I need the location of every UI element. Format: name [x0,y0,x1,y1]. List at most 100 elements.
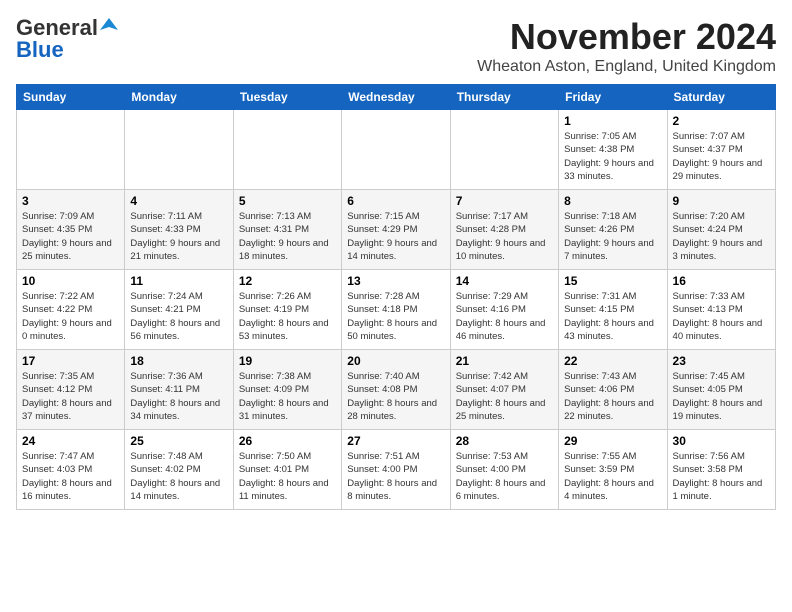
calendar-day-header: Thursday [450,85,558,110]
calendar-cell: 19 Sunrise: 7:38 AM Sunset: 4:09 PM Dayli… [233,350,341,430]
day-info: Sunrise: 7:13 AM Sunset: 4:31 PM Dayligh… [239,210,336,263]
day-number: 16 [673,274,770,288]
month-title: November 2024 [477,16,776,58]
day-info: Sunrise: 7:42 AM Sunset: 4:07 PM Dayligh… [456,370,553,423]
calendar-week-row: 10 Sunrise: 7:22 AM Sunset: 4:22 PM Dayli… [17,270,776,350]
day-info: Sunrise: 7:24 AM Sunset: 4:21 PM Dayligh… [130,290,227,343]
calendar-cell [342,110,450,190]
day-number: 9 [673,194,770,208]
calendar-cell [450,110,558,190]
day-number: 12 [239,274,336,288]
day-number: 3 [22,194,119,208]
calendar-day-header: Wednesday [342,85,450,110]
day-number: 13 [347,274,444,288]
day-number: 7 [456,194,553,208]
day-info: Sunrise: 7:22 AM Sunset: 4:22 PM Dayligh… [22,290,119,343]
day-info: Sunrise: 7:36 AM Sunset: 4:11 PM Dayligh… [130,370,227,423]
day-number: 6 [347,194,444,208]
calendar-cell [17,110,125,190]
calendar-cell: 25 Sunrise: 7:48 AM Sunset: 4:02 PM Dayli… [125,430,233,510]
day-number: 19 [239,354,336,368]
calendar-cell: 9 Sunrise: 7:20 AM Sunset: 4:24 PM Daylig… [667,190,775,270]
calendar-body: 1Sunrise: 7:05 AM Sunset: 4:38 PM Daylig… [17,110,776,510]
calendar-cell: 17 Sunrise: 7:35 AM Sunset: 4:12 PM Dayli… [17,350,125,430]
calendar-cell: 2 Sunrise: 7:07 AM Sunset: 4:37 PM Daylig… [667,110,775,190]
calendar-header: SundayMondayTuesdayWednesdayThursdayFrid… [17,85,776,110]
day-number: 25 [130,434,227,448]
day-info: Sunrise: 7:29 AM Sunset: 4:16 PM Dayligh… [456,290,553,343]
calendar-cell: 22Sunrise: 7:43 AM Sunset: 4:06 PM Dayli… [559,350,667,430]
logo: General Blue [16,16,118,61]
calendar-cell: 28 Sunrise: 7:53 AM Sunset: 4:00 PM Dayli… [450,430,558,510]
calendar-cell: 18 Sunrise: 7:36 AM Sunset: 4:11 PM Dayli… [125,350,233,430]
calendar-cell: 13Sunrise: 7:28 AM Sunset: 4:18 PM Dayli… [342,270,450,350]
day-info: Sunrise: 7:35 AM Sunset: 4:12 PM Dayligh… [22,370,119,423]
day-info: Sunrise: 7:48 AM Sunset: 4:02 PM Dayligh… [130,450,227,503]
page-header: General Blue November 2024 Wheaton Aston… [16,16,776,76]
day-number: 29 [564,434,661,448]
logo-general-text: General [16,17,98,39]
calendar-cell: 20 Sunrise: 7:40 AM Sunset: 4:08 PM Dayli… [342,350,450,430]
title-area: November 2024 Wheaton Aston, England, Un… [477,16,776,76]
day-number: 11 [130,274,227,288]
calendar-week-row: 17 Sunrise: 7:35 AM Sunset: 4:12 PM Dayli… [17,350,776,430]
location-title: Wheaton Aston, England, United Kingdom [477,58,776,76]
calendar-week-row: 24 Sunrise: 7:47 AM Sunset: 4:03 PM Dayli… [17,430,776,510]
day-info: Sunrise: 7:11 AM Sunset: 4:33 PM Dayligh… [130,210,227,263]
day-info: Sunrise: 7:55 AM Sunset: 3:59 PM Dayligh… [564,450,661,503]
day-info: Sunrise: 7:45 AM Sunset: 4:05 PM Dayligh… [673,370,770,423]
calendar-cell: 30Sunrise: 7:56 AM Sunset: 3:58 PM Dayli… [667,430,775,510]
day-info: Sunrise: 7:20 AM Sunset: 4:24 PM Dayligh… [673,210,770,263]
day-info: Sunrise: 7:50 AM Sunset: 4:01 PM Dayligh… [239,450,336,503]
day-number: 23 [673,354,770,368]
calendar-cell: 26 Sunrise: 7:50 AM Sunset: 4:01 PM Dayli… [233,430,341,510]
calendar-cell: 29 Sunrise: 7:55 AM Sunset: 3:59 PM Dayli… [559,430,667,510]
day-number: 10 [22,274,119,288]
day-number: 27 [347,434,444,448]
day-info: Sunrise: 7:17 AM Sunset: 4:28 PM Dayligh… [456,210,553,263]
calendar-cell: 23 Sunrise: 7:45 AM Sunset: 4:05 PM Dayli… [667,350,775,430]
calendar-cell: 12 Sunrise: 7:26 AM Sunset: 4:19 PM Dayli… [233,270,341,350]
day-number: 20 [347,354,444,368]
calendar-cell: 15 Sunrise: 7:31 AM Sunset: 4:15 PM Dayli… [559,270,667,350]
day-info: Sunrise: 7:47 AM Sunset: 4:03 PM Dayligh… [22,450,119,503]
calendar-day-header: Sunday [17,85,125,110]
day-number: 18 [130,354,227,368]
logo-blue-text: Blue [16,39,64,61]
day-number: 28 [456,434,553,448]
day-number: 26 [239,434,336,448]
day-info: Sunrise: 7:05 AM Sunset: 4:38 PM Dayligh… [564,130,661,183]
calendar-cell: 7 Sunrise: 7:17 AM Sunset: 4:28 PM Daylig… [450,190,558,270]
calendar-cell: 5Sunrise: 7:13 AM Sunset: 4:31 PM Daylig… [233,190,341,270]
calendar-cell: 10 Sunrise: 7:22 AM Sunset: 4:22 PM Dayli… [17,270,125,350]
day-number: 17 [22,354,119,368]
calendar-cell: 1Sunrise: 7:05 AM Sunset: 4:38 PM Daylig… [559,110,667,190]
day-info: Sunrise: 7:43 AM Sunset: 4:06 PM Dayligh… [564,370,661,423]
day-info: Sunrise: 7:31 AM Sunset: 4:15 PM Dayligh… [564,290,661,343]
calendar-cell: 11 Sunrise: 7:24 AM Sunset: 4:21 PM Dayli… [125,270,233,350]
calendar-day-header: Friday [559,85,667,110]
calendar-week-row: 3 Sunrise: 7:09 AM Sunset: 4:35 PM Daylig… [17,190,776,270]
calendar-week-row: 1Sunrise: 7:05 AM Sunset: 4:38 PM Daylig… [17,110,776,190]
day-number: 24 [22,434,119,448]
day-number: 15 [564,274,661,288]
day-info: Sunrise: 7:09 AM Sunset: 4:35 PM Dayligh… [22,210,119,263]
day-info: Sunrise: 7:40 AM Sunset: 4:08 PM Dayligh… [347,370,444,423]
calendar-cell [233,110,341,190]
calendar-day-header: Monday [125,85,233,110]
calendar-day-header: Saturday [667,85,775,110]
day-info: Sunrise: 7:53 AM Sunset: 4:00 PM Dayligh… [456,450,553,503]
calendar-cell: 8Sunrise: 7:18 AM Sunset: 4:26 PM Daylig… [559,190,667,270]
day-number: 14 [456,274,553,288]
calendar-cell: 6Sunrise: 7:15 AM Sunset: 4:29 PM Daylig… [342,190,450,270]
day-number: 2 [673,114,770,128]
calendar-day-header: Tuesday [233,85,341,110]
calendar-cell [125,110,233,190]
calendar-cell: 24 Sunrise: 7:47 AM Sunset: 4:03 PM Dayli… [17,430,125,510]
day-info: Sunrise: 7:38 AM Sunset: 4:09 PM Dayligh… [239,370,336,423]
day-info: Sunrise: 7:56 AM Sunset: 3:58 PM Dayligh… [673,450,770,503]
day-info: Sunrise: 7:07 AM Sunset: 4:37 PM Dayligh… [673,130,770,183]
calendar-table: SundayMondayTuesdayWednesdayThursdayFrid… [16,84,776,510]
day-info: Sunrise: 7:18 AM Sunset: 4:26 PM Dayligh… [564,210,661,263]
day-info: Sunrise: 7:26 AM Sunset: 4:19 PM Dayligh… [239,290,336,343]
